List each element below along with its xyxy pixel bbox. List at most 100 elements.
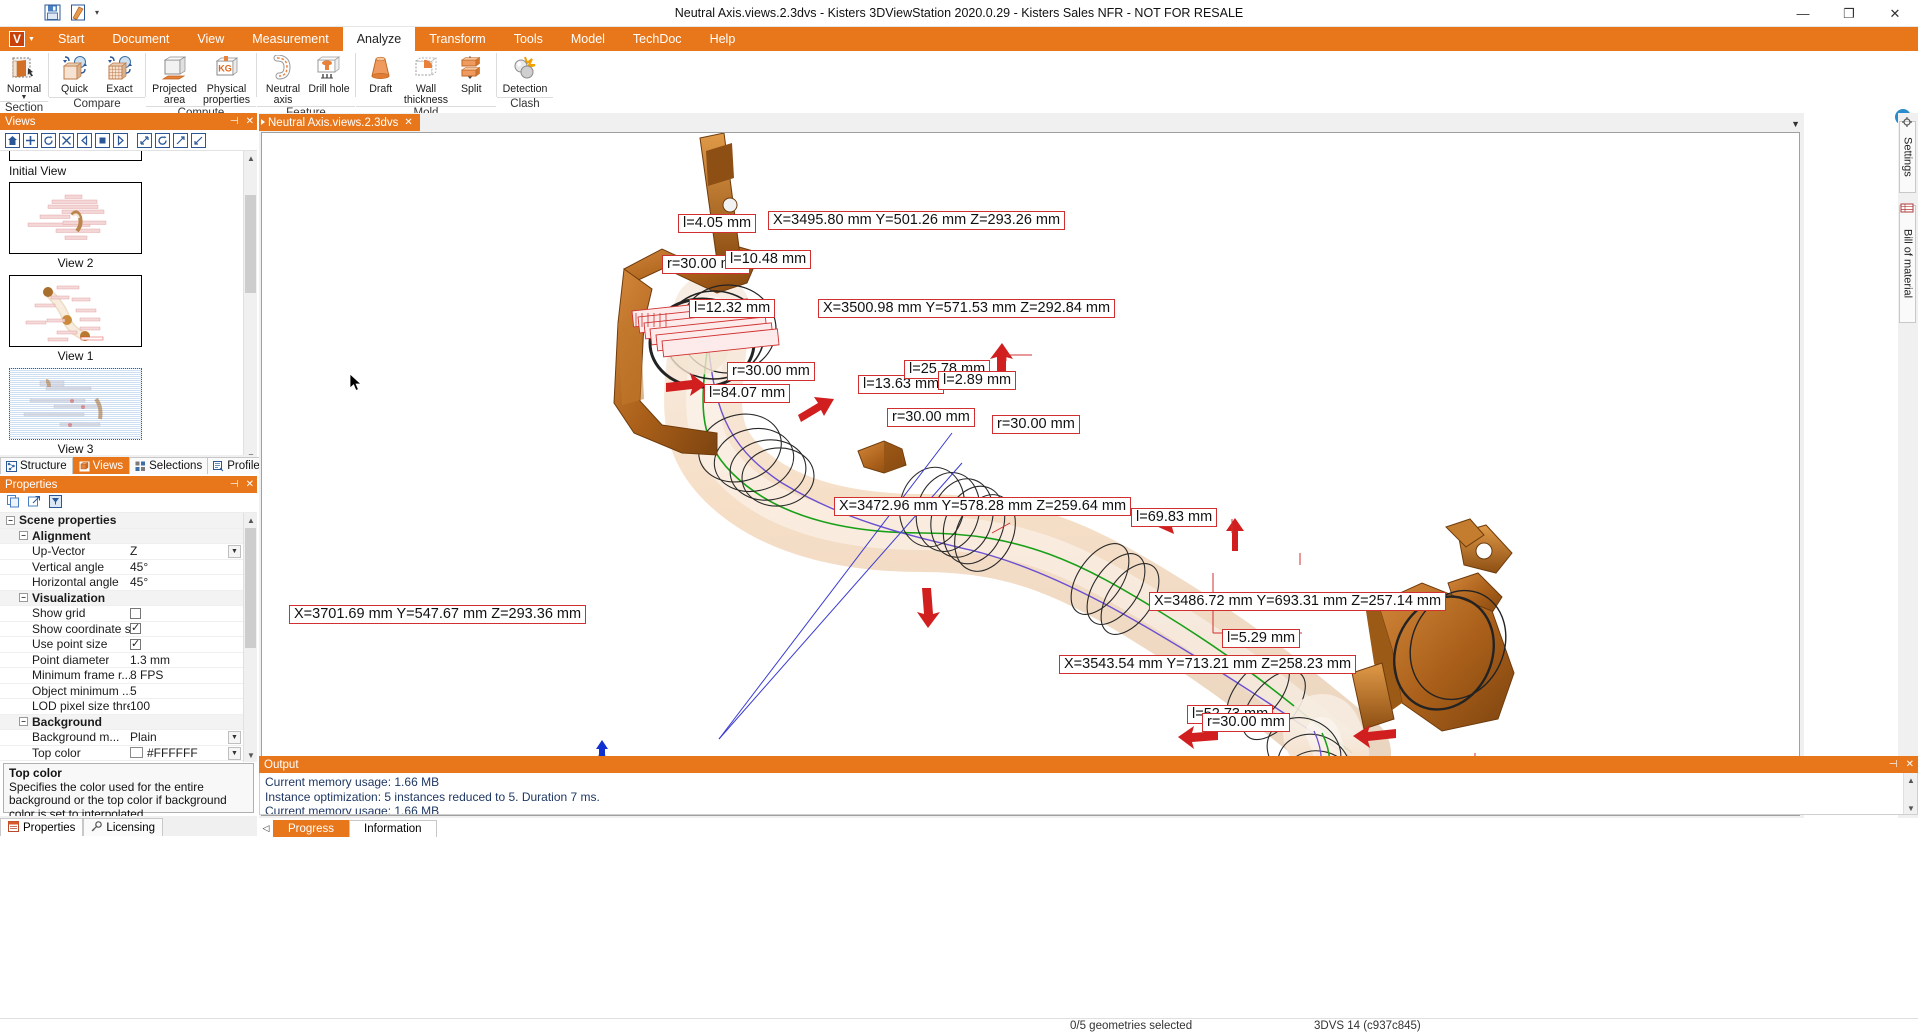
- expand-collapse-icon[interactable]: −: [19, 593, 28, 603]
- output-tab-information[interactable]: Information: [349, 820, 437, 837]
- list-item[interactable]: View 2: [9, 182, 142, 273]
- property-value[interactable]: 1.3 mm: [130, 653, 225, 667]
- maximize-button[interactable]: ❐: [1826, 0, 1872, 27]
- property-row[interactable]: Up-Vector Z ▼: [0, 544, 257, 560]
- ribbon-button-exact[interactable]: Exact: [97, 53, 142, 95]
- ribbon-button-normal[interactable]: Normal ▼: [3, 53, 45, 101]
- viewport-3d[interactable]: X Y l=4.05 mmr=30.00 mml=10.48 mmX=3495.…: [261, 132, 1800, 816]
- copy-properties-icon[interactable]: [7, 494, 20, 511]
- property-value[interactable]: [130, 607, 225, 619]
- window-controls[interactable]: — ❐ ✕: [1780, 0, 1918, 27]
- property-value[interactable]: 45°: [130, 575, 225, 589]
- tab-start[interactable]: Start: [44, 27, 98, 51]
- property-value[interactable]: Plain: [130, 730, 225, 744]
- application-menu-button[interactable]: V ▼: [0, 27, 44, 51]
- next-view-icon[interactable]: [113, 132, 128, 148]
- pin-icon[interactable]: ⊣: [1889, 759, 1898, 770]
- measurement-label[interactable]: l=84.07 mm: [704, 384, 791, 403]
- tab-tools[interactable]: Tools: [500, 27, 557, 51]
- output-tab-progress[interactable]: Progress: [273, 820, 350, 837]
- measurement-label[interactable]: l=12.32 mm: [689, 299, 776, 318]
- property-row[interactable]: Show grid: [0, 606, 257, 622]
- expand-collapse-icon[interactable]: −: [19, 531, 28, 541]
- ribbon-button-detection[interactable]: Detection: [500, 53, 550, 95]
- measurement-label[interactable]: l=2.89 mm: [938, 371, 1017, 390]
- output-log[interactable]: Current memory usage: 1.66 MB Instance o…: [259, 773, 1918, 815]
- scroll-up-icon[interactable]: ▲: [244, 151, 257, 165]
- close-icon[interactable]: ✕: [246, 116, 254, 127]
- dock-tab-selections[interactable]: Selections: [129, 457, 209, 474]
- view-thumbnail-initial[interactable]: [9, 151, 142, 161]
- property-row[interactable]: − Visualization: [0, 590, 257, 606]
- ribbon-button-drill-hole[interactable]: Drill hole: [306, 53, 352, 95]
- output-tabstrip[interactable]: ◁ Progress Information: [259, 818, 659, 837]
- property-row[interactable]: LOD pixel size thre...100: [0, 699, 257, 715]
- property-row[interactable]: Background m... Plain ▼: [0, 730, 257, 746]
- measurement-label[interactable]: X=3701.69 mm Y=547.67 mm Z=293.36 mm: [289, 605, 587, 624]
- ribbon-button-quick[interactable]: Quick: [52, 53, 97, 95]
- tab-scroll-left-icon[interactable]: ◁: [259, 820, 273, 837]
- measurement-label[interactable]: X=3543.54 mm Y=713.21 mm Z=258.23 mm: [1059, 655, 1357, 674]
- list-item[interactable]: View 1: [9, 275, 142, 366]
- property-value[interactable]: 8 FPS: [130, 668, 225, 682]
- view-thumbnail-view2[interactable]: [9, 182, 142, 254]
- chevron-down-icon[interactable]: ▼: [228, 746, 241, 760]
- property-row[interactable]: Horizontal angle 45°: [0, 575, 257, 591]
- property-row[interactable]: Top color #FFFFFF ▼: [0, 746, 257, 761]
- property-checkbox[interactable]: [130, 607, 141, 619]
- close-icon[interactable]: ✕: [246, 479, 254, 490]
- delete-view-icon[interactable]: [59, 132, 74, 148]
- properties-scroll-thumb[interactable]: [245, 528, 256, 648]
- measurement-label[interactable]: l=10.48 mm: [725, 250, 812, 269]
- property-checkbox[interactable]: [130, 621, 141, 635]
- measurement-label[interactable]: r=30.00 mm: [1202, 713, 1290, 732]
- bottom-dock-tabstrip[interactable]: Properties Licensing: [0, 816, 257, 836]
- measurement-label[interactable]: r=30.00 mm: [992, 415, 1080, 434]
- tab-measurement[interactable]: Measurement: [238, 27, 342, 51]
- properties-scrollbar[interactable]: ▲ ▼: [243, 513, 257, 762]
- measurement-label[interactable]: r=30.00 mm: [887, 408, 975, 427]
- measurement-label[interactable]: l=4.05 mm: [678, 214, 757, 233]
- fit-view-icon[interactable]: [137, 132, 152, 148]
- filter-properties-icon[interactable]: [49, 494, 62, 511]
- home-view-icon[interactable]: [5, 132, 20, 148]
- minimize-button[interactable]: —: [1780, 0, 1826, 27]
- right-tab-bill-of-material[interactable]: Bill of material: [1899, 205, 1916, 323]
- views-toolbar[interactable]: [0, 130, 257, 151]
- tab-document[interactable]: Document: [98, 27, 183, 51]
- export-properties-icon[interactable]: [28, 495, 41, 511]
- color-swatch[interactable]: [130, 747, 143, 759]
- update-view-icon[interactable]: [41, 132, 56, 148]
- pin-icon[interactable]: ⊣: [230, 479, 239, 490]
- properties-grid[interactable]: − Scene properties − Alignment Up-Vector Z ▼ Ve…: [0, 513, 257, 762]
- export-view-icon[interactable]: [173, 132, 188, 148]
- measurement-label[interactable]: r=30.00 mm: [727, 362, 815, 381]
- property-value[interactable]: [130, 637, 225, 650]
- measurement-label[interactable]: X=3486.72 mm Y=693.31 mm Z=257.14 mm: [1149, 592, 1447, 611]
- expand-collapse-icon[interactable]: −: [19, 717, 28, 727]
- import-view-icon[interactable]: [191, 132, 206, 148]
- ribbon-button-split[interactable]: Split: [450, 53, 493, 95]
- ribbon-tab-strip[interactable]: V ▼ Start Document View Measurement Anal…: [0, 27, 1918, 51]
- bom-icon[interactable]: [1900, 201, 1915, 213]
- ribbon-button-neutral-axis[interactable]: Neutral axis: [260, 53, 306, 106]
- scroll-down-icon[interactable]: ▼: [244, 748, 257, 762]
- property-row[interactable]: Show coordinate s...: [0, 621, 257, 637]
- scroll-up-icon[interactable]: ▲: [244, 513, 257, 527]
- property-row[interactable]: Vertical angle 45°: [0, 560, 257, 575]
- tab-transform[interactable]: Transform: [415, 27, 500, 51]
- properties-toolbar[interactable]: [0, 493, 257, 513]
- property-row[interactable]: − Scene properties: [0, 513, 257, 529]
- measurement-label[interactable]: X=3495.80 mm Y=501.26 mm Z=293.26 mm: [768, 211, 1066, 230]
- expand-collapse-icon[interactable]: −: [6, 515, 15, 525]
- view-thumbnail-view1[interactable]: [9, 275, 142, 347]
- close-icon[interactable]: ✕: [404, 117, 412, 128]
- ribbon-button-wall-thickness[interactable]: Wall thickness: [402, 53, 449, 106]
- measurement-label[interactable]: X=3472.96 mm Y=578.28 mm Z=259.64 mm: [834, 497, 1132, 516]
- property-row[interactable]: − Alignment: [0, 528, 257, 544]
- pin-icon[interactable]: ⊣: [230, 116, 239, 127]
- scroll-down-icon[interactable]: ▼: [1904, 801, 1917, 814]
- property-value[interactable]: 100: [130, 699, 225, 713]
- view-thumbnail-view3[interactable]: [9, 368, 142, 440]
- property-row[interactable]: Point diameter 1.3 mm: [0, 653, 257, 668]
